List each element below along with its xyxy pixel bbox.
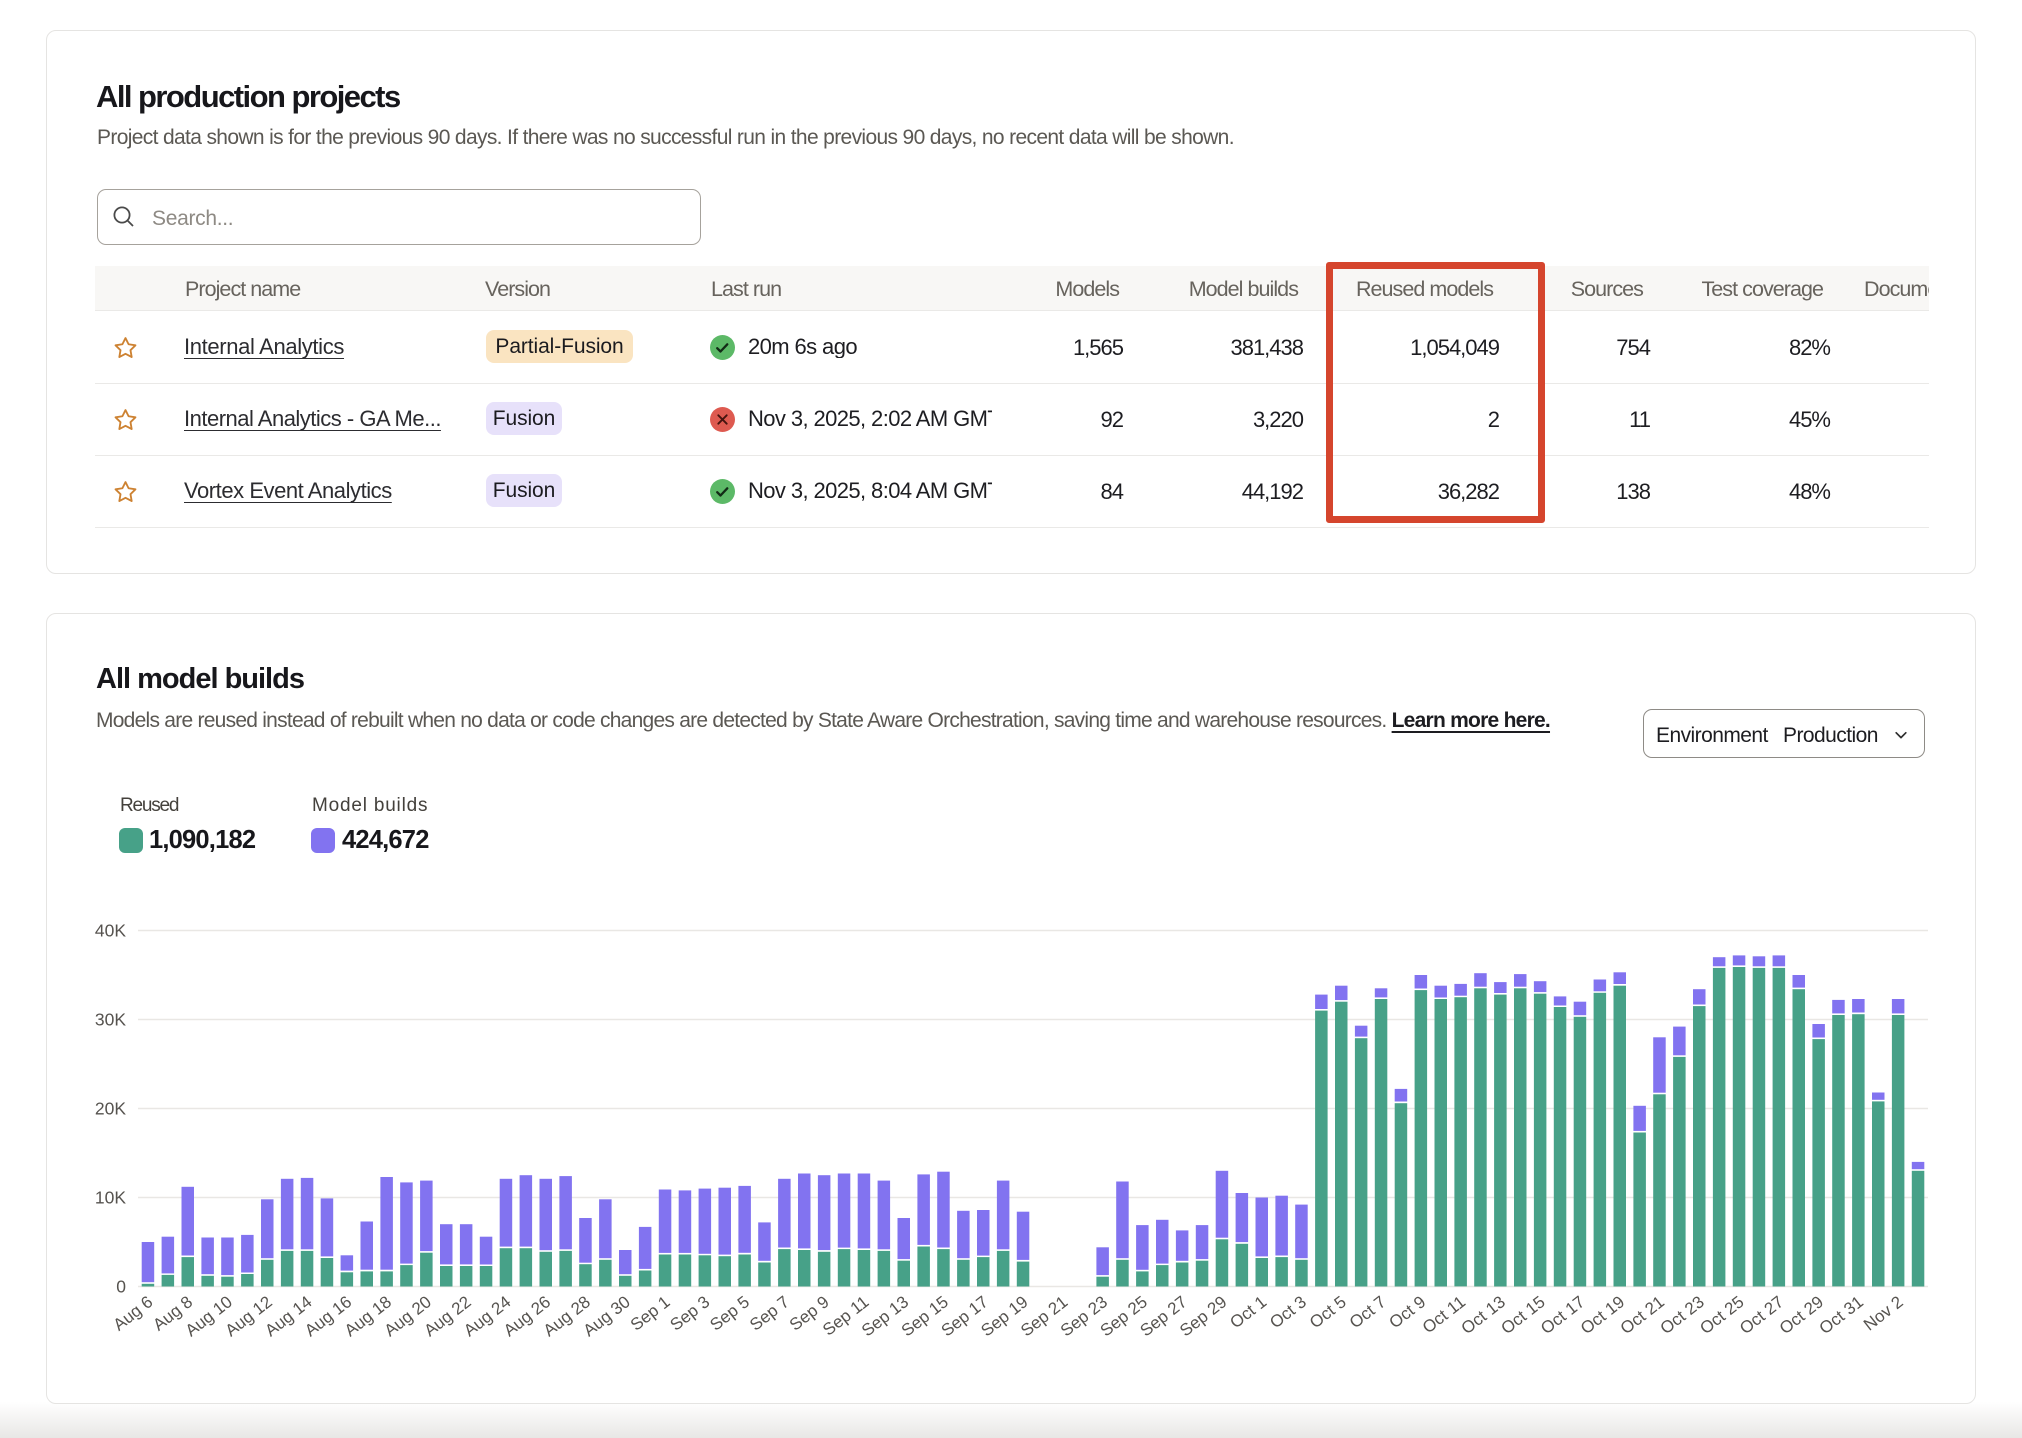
svg-text:40K: 40K [95, 921, 126, 941]
svg-text:Oct 3: Oct 3 [1266, 1292, 1310, 1332]
svg-text:Oct 7: Oct 7 [1346, 1292, 1390, 1332]
svg-text:Oct 27: Oct 27 [1736, 1292, 1787, 1338]
svg-text:Oct 23: Oct 23 [1657, 1292, 1708, 1338]
svg-text:20K: 20K [95, 1099, 126, 1119]
svg-text:Oct 15: Oct 15 [1497, 1292, 1548, 1338]
svg-text:Oct 11: Oct 11 [1419, 1292, 1469, 1337]
svg-text:Sep 3: Sep 3 [667, 1292, 714, 1334]
svg-text:0: 0 [116, 1277, 126, 1297]
svg-text:Sep 1: Sep 1 [627, 1292, 674, 1334]
svg-text:Oct 29: Oct 29 [1776, 1292, 1827, 1338]
svg-text:Oct 1: Oct 1 [1226, 1292, 1270, 1332]
svg-text:Oct 17: Oct 17 [1537, 1292, 1588, 1338]
svg-text:10K: 10K [95, 1188, 126, 1208]
svg-text:Sep 5: Sep 5 [706, 1292, 753, 1334]
svg-text:Oct 25: Oct 25 [1696, 1292, 1747, 1338]
svg-text:Oct 21: Oct 21 [1617, 1292, 1668, 1338]
svg-text:Oct 5: Oct 5 [1306, 1292, 1350, 1332]
svg-text:30K: 30K [95, 1010, 126, 1030]
svg-text:Oct 13: Oct 13 [1458, 1292, 1509, 1338]
svg-text:Oct 19: Oct 19 [1577, 1292, 1628, 1338]
svg-text:Aug 6: Aug 6 [110, 1292, 157, 1334]
svg-text:Oct 31: Oct 31 [1816, 1292, 1867, 1338]
svg-text:Sep 7: Sep 7 [746, 1292, 793, 1334]
svg-text:Nov 2: Nov 2 [1860, 1292, 1907, 1334]
